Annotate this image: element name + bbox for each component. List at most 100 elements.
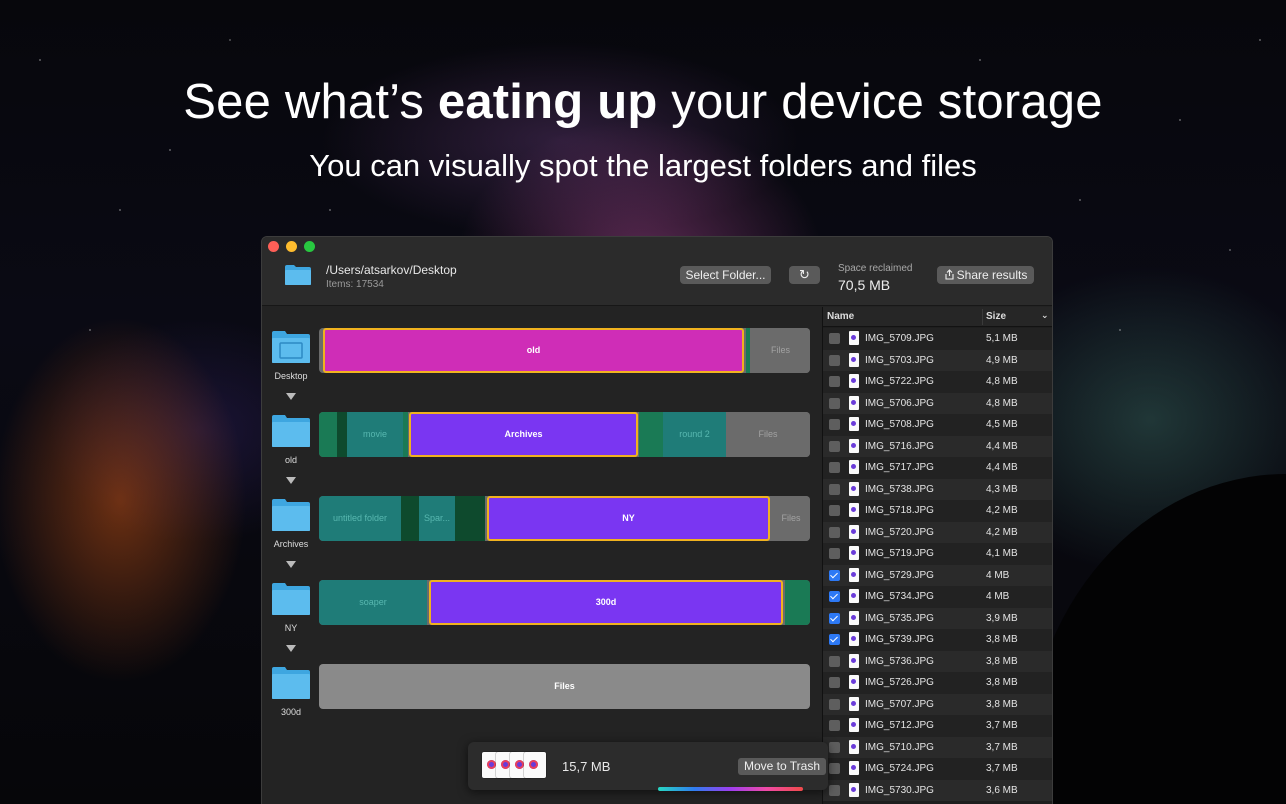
file-size: 3,8 MB (986, 677, 1018, 688)
file-checkbox[interactable] (829, 720, 840, 731)
segment-small[interactable] (337, 412, 347, 457)
file-checkbox[interactable] (829, 569, 840, 581)
file-row[interactable]: IMG_5720.JPG 4,2 MB (823, 521, 1052, 543)
segment-300d[interactable]: 300d (429, 580, 783, 625)
chevron-down-icon[interactable]: ⌄ (1041, 310, 1049, 321)
file-row[interactable]: IMG_5729.JPG 4 MB (823, 564, 1052, 586)
file-checkbox[interactable] (829, 526, 840, 538)
file-checkbox[interactable] (829, 419, 840, 430)
file-row[interactable]: IMG_5709.JPG 5,1 MB (823, 328, 1052, 350)
file-checkbox[interactable] (829, 655, 840, 667)
segment-spar[interactable]: Spar... (419, 496, 455, 541)
file-row[interactable]: IMG_5739.JPG 3,8 MB (823, 629, 1052, 651)
file-size: 3,7 MB (986, 741, 1018, 753)
segment-small[interactable] (455, 496, 485, 541)
file-icon (849, 331, 859, 345)
file-row[interactable]: IMG_5730.JPG 3,6 MB (823, 779, 1052, 801)
headline-bold: eating up (437, 75, 658, 129)
tree-node-label: Desktop (274, 371, 308, 381)
refresh-button[interactable]: ↻ (789, 266, 820, 284)
file-checkbox[interactable] (829, 440, 840, 452)
tree-node-desktop[interactable]: Desktop (268, 330, 314, 381)
segment-movie[interactable]: movie (347, 412, 403, 457)
file-checkbox[interactable] (829, 462, 840, 473)
file-row[interactable]: IMG_5734.JPG 4 MB (823, 586, 1052, 608)
folder-bar-archives: untitled folder Spar... NY Files (319, 496, 810, 541)
file-checkbox[interactable] (829, 505, 840, 516)
segment-small[interactable] (746, 328, 750, 373)
segment-small[interactable] (319, 412, 337, 457)
file-row[interactable]: IMG_5707.JPG 3,8 MB (823, 693, 1052, 715)
column-header-name[interactable]: Name (827, 311, 854, 322)
file-checkbox[interactable] (829, 591, 840, 602)
segment-small[interactable] (401, 496, 419, 541)
file-size: 3,8 MB (986, 655, 1018, 667)
file-size: 4,8 MB (986, 376, 1018, 387)
file-checkbox[interactable] (829, 784, 840, 796)
segment-files[interactable]: Files (726, 412, 810, 457)
file-checkbox[interactable] (829, 741, 840, 753)
share-results-button[interactable]: Share results (937, 266, 1034, 284)
file-checkbox[interactable] (829, 634, 840, 645)
segment-small[interactable] (785, 580, 810, 625)
zoom-window-button[interactable] (304, 241, 315, 252)
segment-untitled-folder[interactable]: untitled folder (319, 496, 401, 541)
segment-small[interactable] (403, 412, 408, 457)
file-name: IMG_5730.JPG (865, 784, 934, 796)
segment-files[interactable]: Files (319, 664, 810, 709)
file-row[interactable]: IMG_5717.JPG 4,4 MB (823, 457, 1052, 479)
file-checkbox[interactable] (829, 354, 840, 366)
column-header-size[interactable]: Size (986, 311, 1006, 322)
file-checkbox[interactable] (829, 333, 840, 344)
file-row[interactable]: IMG_5703.JPG 4,9 MB (823, 349, 1052, 371)
file-thumbnail-icon (524, 752, 546, 778)
close-window-button[interactable] (268, 241, 279, 252)
segment-files[interactable]: Files (772, 496, 810, 541)
file-checkbox[interactable] (829, 612, 840, 624)
minimize-window-button[interactable] (286, 241, 297, 252)
file-list-panel: Name Size ⌄ IMG_5709.JPG 5,1 MB IMG_5703.J… (822, 307, 1052, 804)
segment-soaper[interactable]: soaper (319, 580, 427, 625)
file-row[interactable]: IMG_5722.JPG 4,8 MB (823, 371, 1052, 393)
file-row[interactable]: IMG_5738.JPG 4,3 MB (823, 478, 1052, 500)
tree-node-archives[interactable]: Archives (268, 498, 314, 549)
file-row[interactable]: IMG_5706.JPG 4,8 MB (823, 392, 1052, 414)
headline-pre: See what’s (183, 75, 438, 129)
file-checkbox[interactable] (829, 763, 840, 774)
file-row[interactable]: IMG_5726.JPG 3,8 MB (823, 672, 1052, 694)
file-row[interactable]: IMG_5712.JPG 3,7 MB (823, 715, 1052, 737)
tree-node-old[interactable]: old (268, 414, 314, 465)
file-checkbox[interactable] (829, 698, 840, 710)
segment-ny[interactable]: NY (487, 496, 770, 541)
file-checkbox[interactable] (829, 483, 840, 495)
file-row[interactable]: IMG_5724.JPG 3,7 MB (823, 758, 1052, 780)
trash-total-size: 15,7 MB (562, 759, 611, 774)
file-name: IMG_5709.JPG (865, 333, 934, 344)
file-row[interactable]: IMG_5718.JPG 4,2 MB (823, 500, 1052, 522)
file-checkbox[interactable] (829, 677, 840, 688)
segment-small[interactable] (639, 412, 663, 457)
select-folder-button[interactable]: Select Folder... (680, 266, 771, 284)
file-name: IMG_5718.JPG (865, 505, 934, 516)
file-row[interactable]: IMG_5708.JPG 4,5 MB (823, 414, 1052, 436)
tree-node-ny[interactable]: NY (268, 582, 314, 633)
segment-old[interactable]: old (323, 328, 744, 373)
file-icon (849, 567, 859, 582)
file-icon (849, 739, 859, 754)
file-icon (849, 460, 859, 474)
file-row[interactable]: IMG_5736.JPG 3,8 MB (823, 650, 1052, 672)
segment-archives[interactable]: Archives (409, 412, 638, 457)
file-row[interactable]: IMG_5716.JPG 4,4 MB (823, 435, 1052, 457)
move-to-trash-button[interactable]: Move to Trash (738, 758, 826, 775)
file-row[interactable]: IMG_5719.JPG 4,1 MB (823, 543, 1052, 565)
file-checkbox[interactable] (829, 376, 840, 387)
segment-files[interactable]: Files (751, 328, 810, 373)
folder-bar-old: movie Archives round 2 Files (319, 412, 810, 457)
file-row[interactable]: IMG_5710.JPG 3,7 MB (823, 736, 1052, 758)
file-row[interactable]: IMG_5735.JPG 3,9 MB (823, 607, 1052, 629)
file-checkbox[interactable] (829, 548, 840, 559)
drop-target-indicator (658, 787, 803, 791)
tree-node-300d[interactable]: 300d (268, 666, 314, 717)
segment-round-2[interactable]: round 2 (663, 412, 726, 457)
file-checkbox[interactable] (829, 397, 840, 409)
